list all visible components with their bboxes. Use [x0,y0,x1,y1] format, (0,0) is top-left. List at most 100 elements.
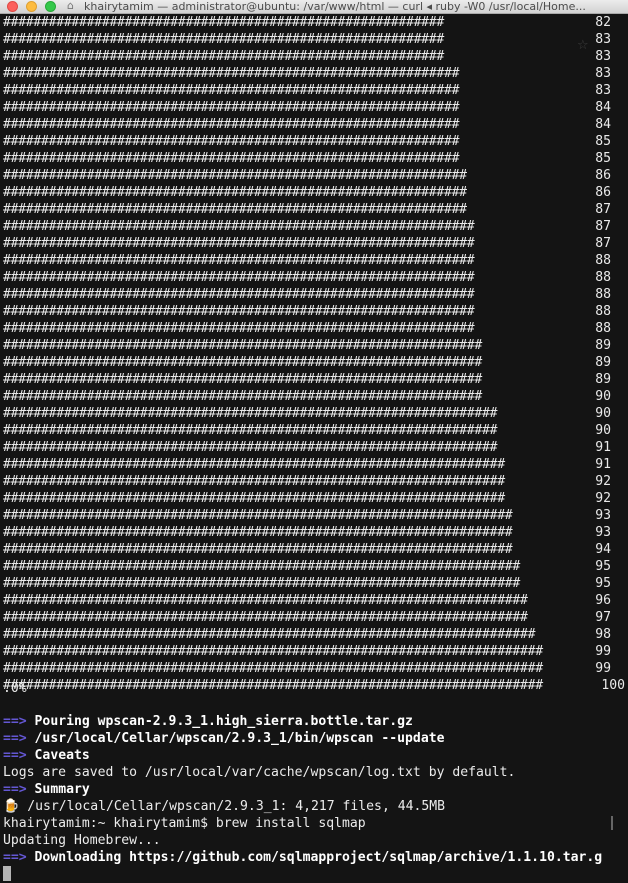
close-window-button[interactable] [7,1,18,12]
progress-percent: 86 [595,168,611,183]
progress-line: ########################################… [3,201,628,218]
arrow-marker: ==> [3,748,27,763]
progress-hashes: ########################################… [3,236,475,251]
progress-line: ########################################… [3,252,628,269]
shell-prompt-line: khairytamim:~ khairytamim$ brew install … [3,816,366,831]
progress-percent: 91 [595,440,611,455]
progress-hashes: ########################################… [3,440,498,455]
progress-hashes: ########################################… [3,134,460,149]
progress-hashes: ########################################… [3,168,467,183]
progress-hashes: ########################################… [3,66,460,81]
progress-hashes: ########################################… [3,304,475,319]
progress-line: ########################################… [3,354,628,371]
output-line-update: ==> /usr/local/Cellar/wpscan/2.9.3_1/bin… [3,731,445,746]
progress-line: ########################################… [3,167,628,184]
progress-hashes: ########################################… [3,151,460,166]
title-bar: ⌂ khairytamim — administrator@ubuntu: /v… [0,0,628,14]
output-line-summary: ==> Summary [3,782,90,797]
progress-hashes: ########################################… [3,202,467,217]
progress-line: ########################################… [3,388,628,405]
progress-line: ########################################… [3,269,628,286]
progress-line: ########################################… [3,422,628,439]
progress-percent: 96 [595,593,611,608]
progress-percent: 97 [595,610,611,625]
progress-hashes: ########################################… [3,49,444,64]
progress-percent: 95 [595,559,611,574]
progress-percent: 93 [595,508,611,523]
progress-hashes: ########################################… [3,338,482,353]
progress-hashes: ########################################… [3,406,498,421]
progress-percent: 82 [595,15,611,30]
progress-percent: 84 [595,117,611,132]
progress-hashes: ########################################… [3,474,505,489]
progress-line: ########################################… [3,303,628,320]
progress-hashes: ########################################… [3,525,513,540]
progress-line: ########################################… [3,524,628,541]
progress-percent: 88 [595,321,611,336]
progress-hashes: ########################################… [3,491,505,506]
output-line-logs: Logs are saved to /usr/local/var/cache/w… [3,765,516,780]
progress-percent: 99 [595,661,611,676]
progress-line: ########################################… [3,490,628,507]
progress-percent: 95 [595,576,611,591]
output-line-caveats: ==> Caveats [3,748,90,763]
progress-line: ########################################… [3,609,628,626]
progress-hashes: ########################################… [3,15,444,30]
progress-line: ########################################… [3,405,628,422]
progress-line: ########################################… [3,99,628,116]
progress-percent: 85 [595,134,611,149]
arrow-marker: ==> [3,731,27,746]
progress-line: ########################################… [3,150,628,167]
output-line-downloading: ==> Downloading https://github.com/sqlma… [3,850,603,865]
progress-line: ########################################… [3,643,628,660]
progress-hashes: ########################################… [3,593,528,608]
arrow-marker: ==> [3,850,27,865]
progress-percent: 90 [595,406,611,421]
progress-percent: 88 [595,270,611,285]
progress-percent: 93 [595,525,611,540]
progress-hashes: ########################################… [3,508,513,523]
progress-line: ########################################… [3,235,628,252]
terminal-cursor [3,866,11,881]
progress-hashes: ########################################… [3,644,543,659]
progress-percent: 86 [595,185,611,200]
terminal-output[interactable]: ########################################… [0,14,628,883]
progress-line: ########################################… [3,218,628,235]
progress-percent: 90 [595,423,611,438]
progress-percent: 91 [595,457,611,472]
progress-percent: 83 [595,49,611,64]
progress-percent: 89 [595,338,611,353]
progress-percent: 85 [595,151,611,166]
progress-percent: 89 [595,355,611,370]
progress-percent: 90 [595,389,611,404]
progress-line: ########################################… [3,65,628,82]
window-title: khairytamim — administrator@ubuntu: /var… [84,0,586,13]
progress-percent: 87 [595,202,611,217]
progress-percent: 92 [595,474,611,489]
progress-line: ########################################… [3,575,628,592]
progress-percent: 94 [595,542,611,557]
progress-percent: 87 [595,219,611,234]
progress-percent: 88 [595,253,611,268]
zoom-window-button[interactable] [45,1,56,12]
progress-hashes: ########################################… [3,389,482,404]
minimize-window-button[interactable] [26,1,37,12]
progress-line: ########################################… [3,541,628,558]
progress-line: ########################################… [3,82,628,99]
progress-hashes: ########################################… [3,661,543,676]
progress-line: ########################################… [3,14,628,31]
progress-hashes: ########################################… [3,253,475,268]
progress-hashes: ########################################… [3,219,475,234]
progress-hashes: ########################################… [3,32,444,47]
progress-line: ########################################… [3,116,628,133]
progress-hashes: ########################################… [3,287,475,302]
progress-trailing-text: .0% [3,681,27,696]
progress-hashes: ########################################… [3,542,513,557]
progress-line: ########################################… [3,507,628,524]
progress-percent: 99 [595,644,611,659]
progress-line: ########################################… [3,48,628,65]
output-line-updating: Updating Homebrew... [3,833,161,848]
progress-percent: 83 [595,32,611,47]
scrollbar-thumb[interactable] [611,816,613,830]
progress-percent: 88 [595,287,611,302]
